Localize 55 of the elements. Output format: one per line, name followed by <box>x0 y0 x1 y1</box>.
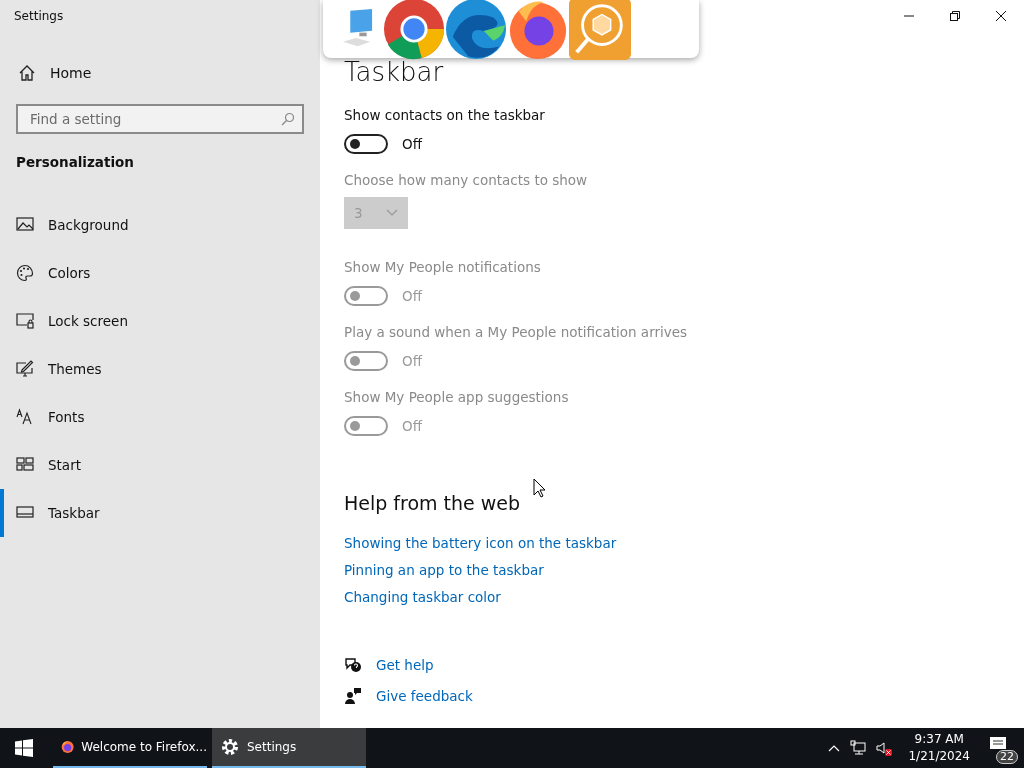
nav-item[interactable]: Themes <box>0 345 320 393</box>
toggle-switch[interactable] <box>344 134 388 154</box>
tiles-icon <box>16 456 34 474</box>
help-link[interactable]: Changing taskbar color <box>344 584 501 611</box>
gear-icon <box>220 737 240 757</box>
help-link[interactable]: Showing the battery icon on the taskbar <box>344 530 617 557</box>
help-heading: Help from the web <box>344 492 522 516</box>
footer-link[interactable]: Get help <box>376 655 434 675</box>
notification-count: 22 <box>996 750 1018 764</box>
footer-link[interactable]: Give feedback <box>376 686 473 706</box>
setting-label: Choose how many contacts to show <box>344 171 589 190</box>
taskbar-app[interactable]: Settings <box>212 728 366 768</box>
help-chat-icon <box>344 656 362 674</box>
monitor-brush-icon <box>16 360 34 378</box>
nav-item[interactable]: Background <box>0 201 320 249</box>
help-link[interactable]: Pinning an app to the taskbar <box>344 557 544 584</box>
mouse-cursor-icon <box>533 478 546 498</box>
search-field[interactable]: Find a setting <box>16 104 304 134</box>
font-icon <box>16 408 34 426</box>
feedback-person-icon <box>344 687 362 705</box>
setting-label: Show My People notifications <box>344 258 542 277</box>
chevron-up-icon <box>828 743 841 753</box>
nav-item[interactable]: Lock screen <box>0 297 320 345</box>
page-heading: Taskbar <box>344 56 445 89</box>
toggle-state: Off <box>402 288 422 304</box>
muted-speaker-icon <box>876 740 893 756</box>
fox-browser-icon <box>507 0 569 60</box>
picture-icon <box>16 216 34 234</box>
home-icon <box>18 64 36 82</box>
nav-item[interactable]: Fonts <box>0 393 320 441</box>
search-input[interactable]: Find a setting <box>28 110 280 128</box>
taskbar-app[interactable]: Welcome to Firefox... <box>53 728 207 768</box>
setting-label: Play a sound when a My People notification arrives <box>344 323 689 342</box>
nav-item[interactable]: Start <box>0 441 320 489</box>
clock[interactable]: 9:37 AM 1/21/2024 <box>902 731 976 765</box>
close-icon[interactable] <box>996 11 1006 21</box>
toggle-state: Off <box>402 136 422 152</box>
palette-icon <box>16 264 34 282</box>
nav-item[interactable]: Colors <box>0 249 320 297</box>
wave-browser-icon <box>445 0 507 60</box>
monitor-lock-icon <box>16 312 34 330</box>
windows-logo-icon[interactable] <box>15 739 33 757</box>
toggle-state: Off <box>402 353 422 369</box>
chevron-down-icon <box>386 209 398 217</box>
nav-item[interactable]: Taskbar <box>0 489 320 537</box>
notification-icon[interactable] <box>990 737 1006 749</box>
setting-label: Show My People app suggestions <box>344 388 570 407</box>
restore-icon[interactable] <box>950 11 960 21</box>
section-heading: Personalization <box>15 154 135 172</box>
home-link[interactable]: Home <box>0 64 320 82</box>
toggle-state: Off <box>402 418 422 434</box>
window-title: Settings <box>13 8 65 25</box>
network-icon <box>850 740 867 756</box>
setting-label: Show contacts on the taskbar <box>344 106 546 125</box>
search-icon <box>280 112 294 126</box>
